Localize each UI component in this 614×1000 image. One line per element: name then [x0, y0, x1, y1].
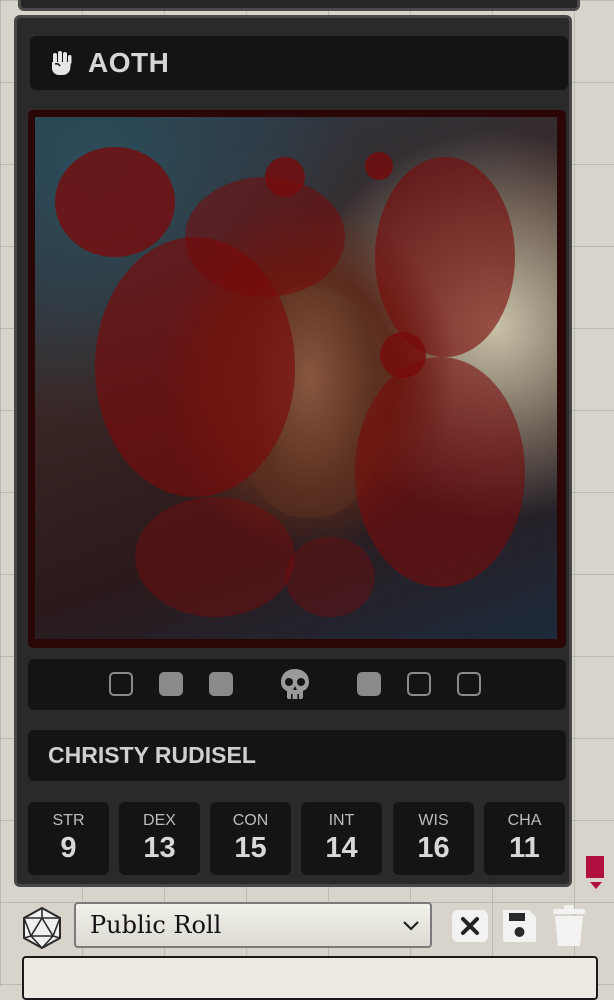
stat-label: STR — [52, 812, 85, 829]
stat-label: DEX — [143, 812, 176, 829]
blood-splatter — [355, 357, 525, 587]
character-card: AOTH CHRISTY RUDISEL STR 9 DEX 13 CON 15… — [14, 15, 572, 887]
stat-int[interactable]: INT 14 — [301, 802, 382, 875]
stat-label: CHA — [507, 812, 542, 829]
blood-splatter — [375, 157, 515, 357]
character-name: CHRISTY RUDISEL — [48, 742, 256, 768]
blood-splatter — [380, 332, 426, 378]
stat-label: CON — [232, 812, 269, 829]
death-save-success-2[interactable] — [407, 672, 431, 696]
death-save-failure-1[interactable] — [109, 672, 133, 696]
card-title: AOTH — [88, 47, 170, 78]
portrait-frame — [28, 110, 566, 648]
stat-value: 9 — [60, 832, 77, 864]
close-icon[interactable] — [451, 906, 489, 944]
previous-panel-edge — [18, 0, 580, 11]
blood-splatter — [285, 537, 375, 617]
stat-value: 16 — [417, 832, 450, 864]
stat-con[interactable]: CON 15 — [210, 802, 291, 875]
character-name-bar: CHRISTY RUDISEL — [28, 730, 566, 781]
roll-controls: Public Roll — [0, 898, 614, 954]
roll-mode-select[interactable]: Public Roll — [74, 902, 432, 948]
stat-label: WIS — [418, 812, 449, 829]
stat-str[interactable]: STR 9 — [28, 802, 109, 875]
side-marker[interactable] — [586, 856, 604, 878]
ability-scores: STR 9 DEX 13 CON 15 INT 14 WIS 16 CHA 11 — [28, 802, 566, 875]
death-save-success-3[interactable] — [457, 672, 481, 696]
hand-icon — [52, 51, 72, 75]
stat-dex[interactable]: DEX 13 — [119, 802, 200, 875]
skull-icon — [281, 669, 309, 699]
chevron-down-icon — [403, 921, 419, 931]
stat-value: 14 — [325, 832, 358, 864]
blood-splatter — [55, 147, 175, 257]
death-save-failure-2[interactable] — [159, 672, 183, 696]
card-header: AOTH — [30, 36, 568, 90]
stat-value: 13 — [143, 832, 176, 864]
stat-value: 15 — [234, 832, 267, 864]
character-portrait[interactable] — [35, 117, 557, 639]
stat-value: 11 — [509, 832, 540, 864]
stat-cha[interactable]: CHA 11 — [484, 802, 565, 875]
blood-splatter — [365, 152, 393, 180]
death-save-failure-3[interactable] — [209, 672, 233, 696]
save-icon[interactable] — [500, 906, 538, 944]
death-save-success-1[interactable] — [357, 672, 381, 696]
trash-icon[interactable] — [551, 904, 587, 948]
d20-icon[interactable] — [20, 906, 64, 950]
blood-splatter — [265, 157, 305, 197]
side-marker-arrow — [590, 882, 602, 889]
stat-label: INT — [328, 812, 355, 829]
blood-splatter — [135, 497, 295, 617]
death-save-tracker — [28, 659, 566, 710]
blood-splatter — [185, 177, 345, 297]
chat-input[interactable] — [22, 956, 598, 1000]
stat-wis[interactable]: WIS 16 — [393, 802, 474, 875]
roll-mode-value: Public Roll — [90, 911, 222, 939]
